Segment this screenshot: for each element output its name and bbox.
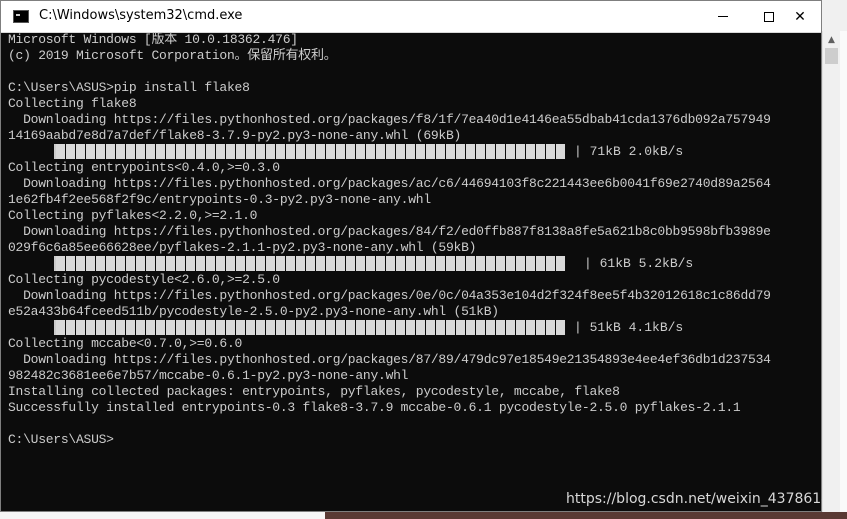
terminal-line: C:\Users\ASUS>pip install flake8 <box>8 80 250 95</box>
terminal-line: Collecting pycodestyle<2.6.0,>=2.5.0 <box>8 272 280 287</box>
terminal-line: e52a433b64fceed511b/pycodestyle-2.5.0-py… <box>8 304 499 319</box>
terminal-line: Microsoft Windows [版本 10.0.18362.476] <box>8 32 298 47</box>
minimize-button[interactable] <box>700 1 746 32</box>
console-icon[interactable] <box>13 10 29 23</box>
minimize-icon <box>718 16 728 17</box>
vertical-scrollbar[interactable]: ▲ <box>822 31 840 512</box>
progress-bar-pycodestyle <box>56 320 566 335</box>
terminal-line: 1e62fb4f2ee568f2f9c/entrypoints-0.3-py2.… <box>8 192 431 207</box>
background-image-edge <box>325 512 847 519</box>
terminal-line: (c) 2019 Microsoft Corporation。保留所有权利。 <box>8 48 337 63</box>
terminal-line: 14169aabd7e8d7a7def/flake8-3.7.9-py2.py3… <box>8 128 462 143</box>
progress-text: | 51kB 4.1kB/s <box>574 320 684 335</box>
desktop-background-strip <box>0 512 847 519</box>
title-bar[interactable]: C:\Windows\system32\cmd.exe ✕ <box>1 1 821 33</box>
close-icon: ✕ <box>794 8 806 25</box>
terminal-line: Downloading https://files.pythonhosted.o… <box>8 176 771 191</box>
cmd-window: C:\Windows\system32\cmd.exe ✕ Microsoft … <box>0 0 830 513</box>
terminal-line: Collecting mccabe<0.7.0,>=0.6.0 <box>8 336 243 351</box>
terminal-line: Collecting entrypoints<0.4.0,>=0.3.0 <box>8 160 280 175</box>
scroll-thumb[interactable] <box>825 48 838 64</box>
close-button[interactable]: ✕ <box>777 1 823 32</box>
scroll-up-arrow-icon[interactable]: ▲ <box>823 31 840 48</box>
progress-bar-flake8 <box>56 144 566 159</box>
terminal-line: Installing collected packages: entrypoin… <box>8 384 620 399</box>
terminal-line: Collecting pyflakes<2.2.0,>=2.1.0 <box>8 208 258 223</box>
command-prompt[interactable]: C:\Users\ASUS> <box>8 432 114 448</box>
terminal-line: Downloading https://files.pythonhosted.o… <box>8 352 771 367</box>
terminal-line: 982482c3681ee6e7b57/mccabe-0.6.1-py2.py3… <box>8 368 409 383</box>
maximize-icon <box>764 11 774 22</box>
terminal-line: Collecting flake8 <box>8 96 137 111</box>
terminal-output[interactable]: Microsoft Windows [版本 10.0.18362.476] (c… <box>8 32 816 513</box>
terminal-line: Downloading https://files.pythonhosted.o… <box>8 288 771 303</box>
terminal-line: Downloading https://files.pythonhosted.o… <box>8 112 771 127</box>
watermark-text: https://blog.csdn.net/weixin_4378614 <box>566 491 831 507</box>
progress-text: | 71kB 2.0kB/s <box>574 144 684 159</box>
progress-text: | 61kB 5.2kB/s <box>584 256 694 271</box>
terminal-line: Successfully installed entrypoints-0.3 f… <box>8 400 741 415</box>
terminal-line: 029f6c6a85ee66628ee/pyflakes-2.1.1-py2.p… <box>8 240 477 255</box>
progress-bar-pyflakes <box>56 256 566 271</box>
terminal-line: Downloading https://files.pythonhosted.o… <box>8 224 771 239</box>
window-title: C:\Windows\system32\cmd.exe <box>39 8 243 23</box>
background-window-edge <box>840 31 847 512</box>
